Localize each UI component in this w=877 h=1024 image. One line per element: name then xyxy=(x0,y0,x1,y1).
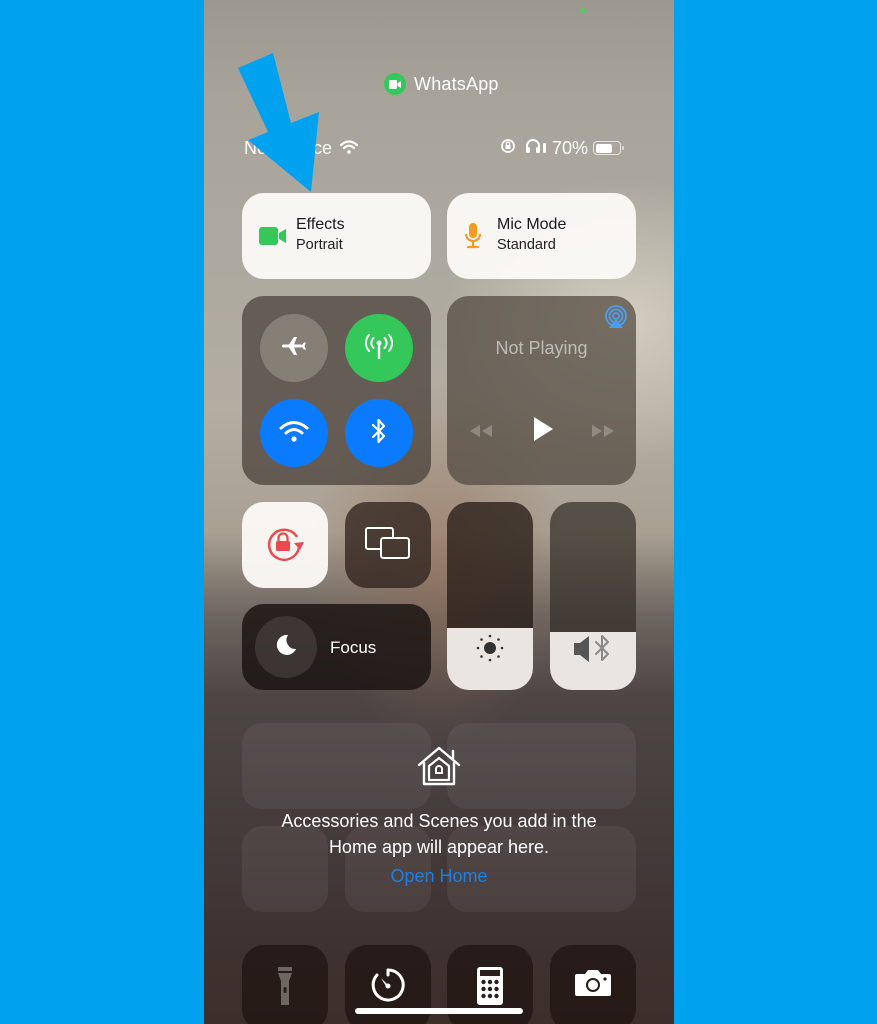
open-home-link[interactable]: Open Home xyxy=(204,866,674,887)
mic-mode-title: Mic Mode xyxy=(497,216,567,233)
home-icon xyxy=(417,745,461,792)
mic-mode-subtitle: Standard xyxy=(497,237,556,253)
home-placeholder-tile xyxy=(242,723,431,809)
status-bar-right: 70% xyxy=(500,136,625,160)
effects-button[interactable]: Effects Portrait xyxy=(242,193,431,279)
home-indicator-bar[interactable] xyxy=(355,1008,523,1014)
wifi-icon xyxy=(279,419,309,448)
effects-title: Effects xyxy=(296,216,345,233)
effects-subtitle: Portrait xyxy=(296,237,343,253)
airplane-icon xyxy=(280,334,308,363)
status-bar-left: No Service xyxy=(244,136,359,160)
battery-level xyxy=(595,143,612,153)
privacy-indicator-dot xyxy=(580,8,585,13)
airplay-icon[interactable] xyxy=(604,305,628,334)
connectivity-module xyxy=(242,296,431,485)
video-camera-icon xyxy=(384,73,406,95)
home-message-line2: Home app will appear here. xyxy=(328,837,550,857)
now-playing-module[interactable]: Not Playing xyxy=(447,296,636,485)
bluetooth-icon xyxy=(370,417,388,450)
home-placeholder-tile xyxy=(447,723,636,809)
home-empty-message: Accessories and Scenes you add in the Ho… xyxy=(204,808,674,860)
moon-icon xyxy=(274,633,298,662)
microphone-icon xyxy=(464,223,482,254)
focus-moon-circle xyxy=(255,616,317,678)
control-center: WhatsApp No Service 70% Effects Portrait xyxy=(204,0,674,1024)
flashlight-button[interactable] xyxy=(242,945,328,1024)
active-app-indicator[interactable]: WhatsApp xyxy=(384,72,499,96)
antenna-icon xyxy=(363,332,395,365)
screen-mirroring-icon xyxy=(365,526,411,565)
wifi-icon xyxy=(339,138,359,159)
airplane-mode-toggle[interactable] xyxy=(260,314,328,382)
video-camera-icon xyxy=(259,227,287,250)
orientation-lock-toggle[interactable] xyxy=(242,502,328,588)
orientation-lock-icon xyxy=(500,138,516,159)
camera-icon xyxy=(574,968,612,1003)
rewind-icon[interactable] xyxy=(467,423,495,444)
speaker-bluetooth-icon xyxy=(572,632,616,671)
screen-mirroring-button[interactable] xyxy=(345,502,431,588)
sun-icon xyxy=(475,633,505,668)
battery-icon xyxy=(593,141,625,155)
focus-button[interactable]: Focus xyxy=(242,604,431,690)
flashlight-icon xyxy=(277,965,293,1012)
play-icon[interactable] xyxy=(532,416,554,447)
app-name: WhatsApp xyxy=(414,73,499,94)
rotation-lock-icon xyxy=(263,523,307,568)
calculator-icon xyxy=(476,966,504,1011)
camera-button[interactable] xyxy=(550,945,636,1024)
cellular-data-toggle[interactable] xyxy=(345,314,413,382)
fast-forward-icon[interactable] xyxy=(589,423,617,444)
timer-icon xyxy=(369,966,407,1009)
carrier-label: No Service xyxy=(244,137,333,158)
now-playing-title: Not Playing xyxy=(495,338,588,358)
mic-mode-button[interactable]: Mic Mode Standard xyxy=(447,193,636,279)
bluetooth-toggle[interactable] xyxy=(345,399,413,467)
brightness-slider[interactable] xyxy=(447,502,533,690)
headphones-icon xyxy=(525,138,547,159)
home-message-line1: Accessories and Scenes you add in the xyxy=(281,811,597,831)
volume-slider[interactable] xyxy=(550,502,636,690)
wifi-toggle[interactable] xyxy=(260,399,328,467)
battery-percent: 70% xyxy=(552,137,589,158)
focus-label: Focus xyxy=(330,638,377,657)
